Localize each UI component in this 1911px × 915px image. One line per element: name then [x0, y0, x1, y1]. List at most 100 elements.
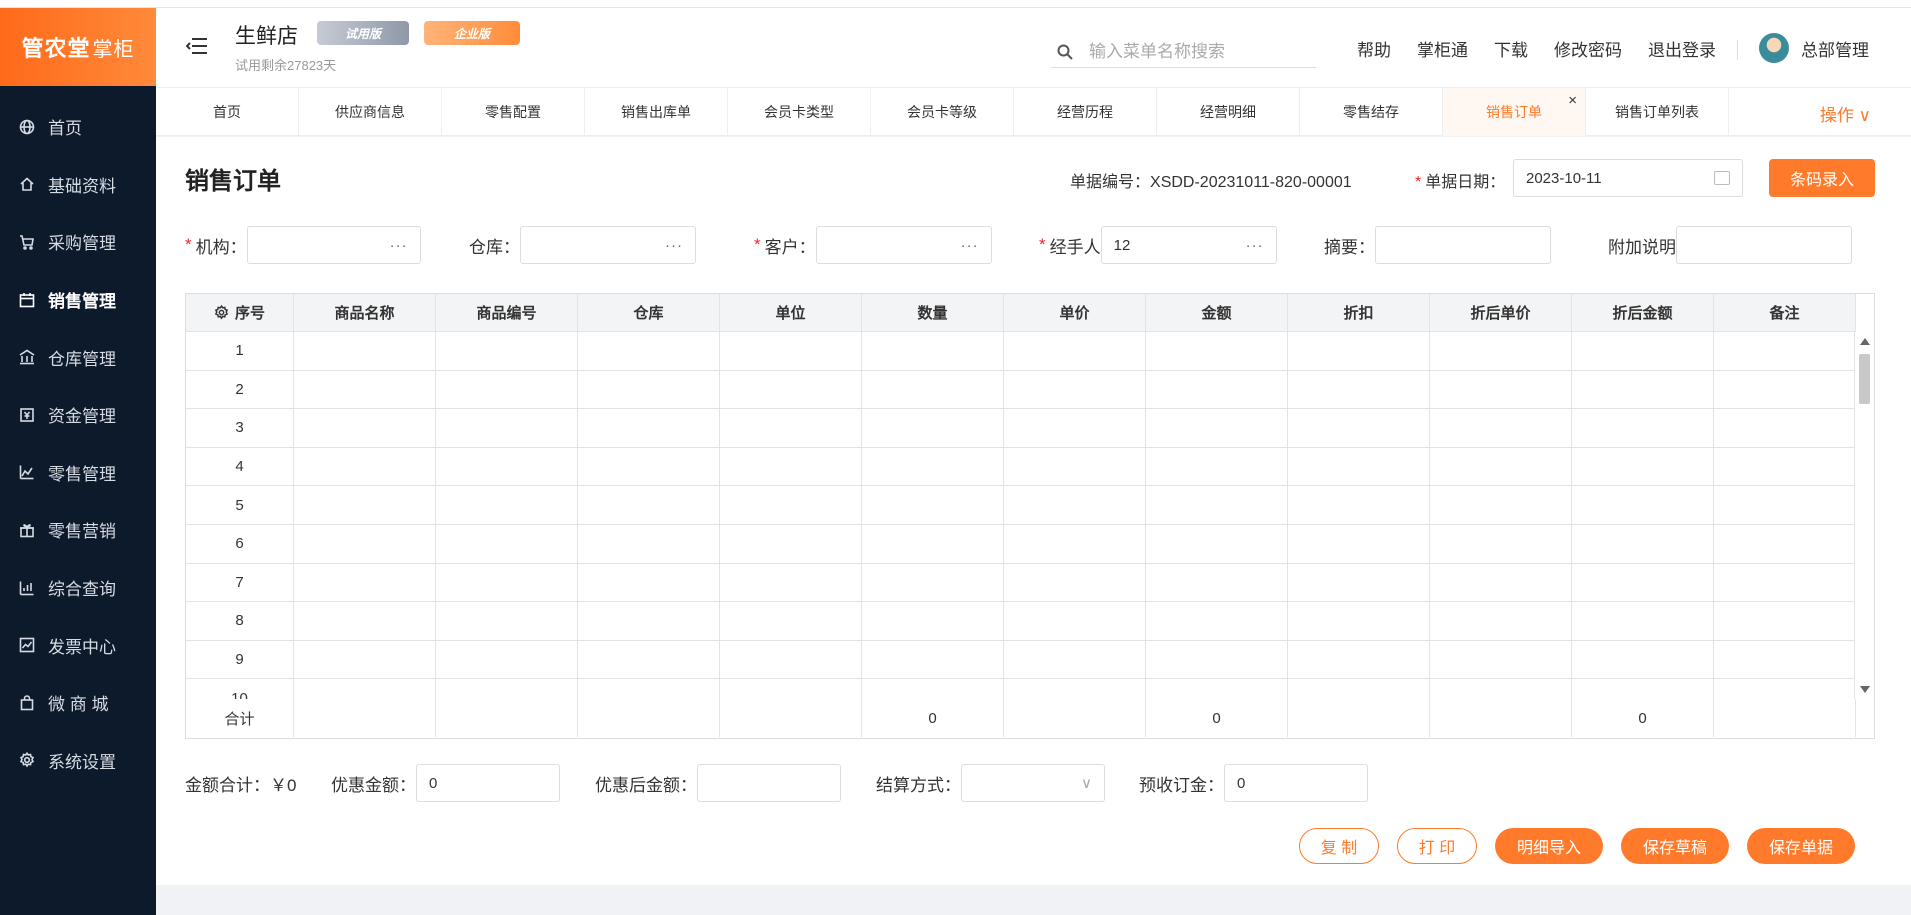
table-cell[interactable]: [1288, 332, 1430, 371]
table-cell[interactable]: [294, 640, 436, 680]
table-cell[interactable]: [578, 486, 720, 525]
table-cell[interactable]: [720, 332, 862, 371]
table-cell[interactable]: [1572, 640, 1714, 680]
table-cell[interactable]: [1288, 524, 1430, 564]
table-row[interactable]: 4: [186, 447, 1874, 487]
table-cell[interactable]: [436, 602, 578, 641]
table-cell[interactable]: [1430, 370, 1572, 410]
settle-method-select[interactable]: ∨: [961, 764, 1105, 802]
table-cell[interactable]: [720, 447, 862, 487]
table-cell[interactable]: [862, 679, 1004, 699]
table-cell[interactable]: [1572, 524, 1714, 564]
copy-button[interactable]: 复 制: [1299, 828, 1379, 864]
discount-input[interactable]: 0: [416, 764, 560, 802]
table-cell[interactable]: [1572, 409, 1714, 448]
more-icon[interactable]: ···: [1246, 237, 1264, 254]
table-row[interactable]: 8: [186, 602, 1874, 641]
table-cell[interactable]: [578, 602, 720, 641]
table-cell[interactable]: [1146, 447, 1288, 487]
table-cell[interactable]: [1146, 602, 1288, 641]
table-cell[interactable]: [436, 447, 578, 487]
table-cell[interactable]: [1430, 524, 1572, 564]
table-cell[interactable]: [1146, 679, 1288, 699]
table-cell[interactable]: [294, 524, 436, 564]
sidebar-item-1[interactable]: 首页: [0, 98, 156, 156]
table-cell[interactable]: [1288, 640, 1430, 680]
table-cell[interactable]: [862, 370, 1004, 410]
prepay-input[interactable]: 0: [1224, 764, 1368, 802]
table-cell[interactable]: [1004, 332, 1146, 371]
import-details-button[interactable]: 明细导入: [1495, 828, 1603, 864]
more-icon[interactable]: ···: [665, 237, 683, 254]
table-cell[interactable]: [1714, 332, 1856, 371]
table-cell[interactable]: [720, 370, 862, 410]
table-cell[interactable]: [862, 602, 1004, 641]
header-link-2[interactable]: 掌柜通: [1417, 36, 1468, 61]
avatar[interactable]: [1759, 33, 1789, 63]
table-cell[interactable]: [436, 640, 578, 680]
table-cell[interactable]: [862, 524, 1004, 564]
table-cell[interactable]: [436, 679, 578, 699]
table-cell[interactable]: [436, 409, 578, 448]
sidebar-item-6[interactable]: 资金管理: [0, 386, 156, 444]
table-cell[interactable]: [1004, 486, 1146, 525]
summary-input[interactable]: [1375, 226, 1551, 264]
header-link-4[interactable]: 修改密码: [1554, 36, 1622, 61]
table-cell[interactable]: [294, 602, 436, 641]
more-icon[interactable]: ···: [390, 237, 408, 254]
table-cell[interactable]: [1288, 370, 1430, 410]
table-cell[interactable]: [1146, 563, 1288, 603]
tab-8[interactable]: 经营明细: [1157, 88, 1300, 136]
scroll-up-icon[interactable]: [1860, 338, 1870, 345]
header-link-5[interactable]: 退出登录: [1648, 36, 1716, 61]
barcode-entry-button[interactable]: 条码录入: [1769, 159, 1875, 197]
table-cell[interactable]: [1572, 370, 1714, 410]
table-cell[interactable]: [578, 563, 720, 603]
table-cell[interactable]: [294, 332, 436, 371]
table-cell[interactable]: [294, 679, 436, 699]
table-cell[interactable]: [862, 563, 1004, 603]
table-row[interactable]: 7: [186, 563, 1874, 603]
sidebar-item-12[interactable]: 系统设置: [0, 732, 156, 790]
table-cell[interactable]: [720, 563, 862, 603]
table-cell[interactable]: [436, 370, 578, 410]
table-cell[interactable]: [1572, 563, 1714, 603]
table-cell[interactable]: [578, 679, 720, 699]
table-cell[interactable]: [1004, 370, 1146, 410]
org-selector[interactable]: ···: [246, 226, 421, 264]
table-cell[interactable]: [1288, 486, 1430, 525]
table-cell[interactable]: [1430, 332, 1572, 371]
gear-icon[interactable]: [214, 305, 229, 320]
table-cell[interactable]: [1146, 409, 1288, 448]
table-cell[interactable]: [1004, 524, 1146, 564]
tab-5[interactable]: 会员卡类型: [728, 88, 871, 136]
print-button[interactable]: 打 印: [1397, 828, 1477, 864]
table-cell[interactable]: [1288, 563, 1430, 603]
table-cell[interactable]: [1288, 409, 1430, 448]
operate-dropdown[interactable]: 操作 ∨: [1820, 101, 1871, 126]
tab-1[interactable]: 首页: [156, 88, 299, 136]
table-row[interactable]: 10: [186, 679, 1874, 699]
table-cell[interactable]: [436, 563, 578, 603]
table-cell[interactable]: [1004, 679, 1146, 699]
table-cell[interactable]: [1430, 602, 1572, 641]
table-cell[interactable]: [1714, 640, 1856, 680]
table-cell[interactable]: [436, 486, 578, 525]
table-cell[interactable]: [1714, 679, 1856, 699]
save-draft-button[interactable]: 保存草稿: [1621, 828, 1729, 864]
table-cell[interactable]: [1004, 563, 1146, 603]
table-cell[interactable]: [1288, 447, 1430, 487]
sidebar-item-4[interactable]: 销售管理: [0, 271, 156, 329]
tab-6[interactable]: 会员卡等级: [871, 88, 1014, 136]
table-cell[interactable]: [578, 370, 720, 410]
calendar-icon[interactable]: [1714, 171, 1730, 185]
table-cell[interactable]: [1146, 486, 1288, 525]
table-cell[interactable]: [1572, 602, 1714, 641]
table-cell[interactable]: [1430, 486, 1572, 525]
tab-3[interactable]: 零售配置: [442, 88, 585, 136]
handler-selector[interactable]: 12 ···: [1100, 226, 1277, 264]
tab-2[interactable]: 供应商信息: [299, 88, 442, 136]
table-cell[interactable]: [1572, 332, 1714, 371]
sidebar-item-3[interactable]: 采购管理: [0, 213, 156, 271]
table-cell[interactable]: [578, 409, 720, 448]
